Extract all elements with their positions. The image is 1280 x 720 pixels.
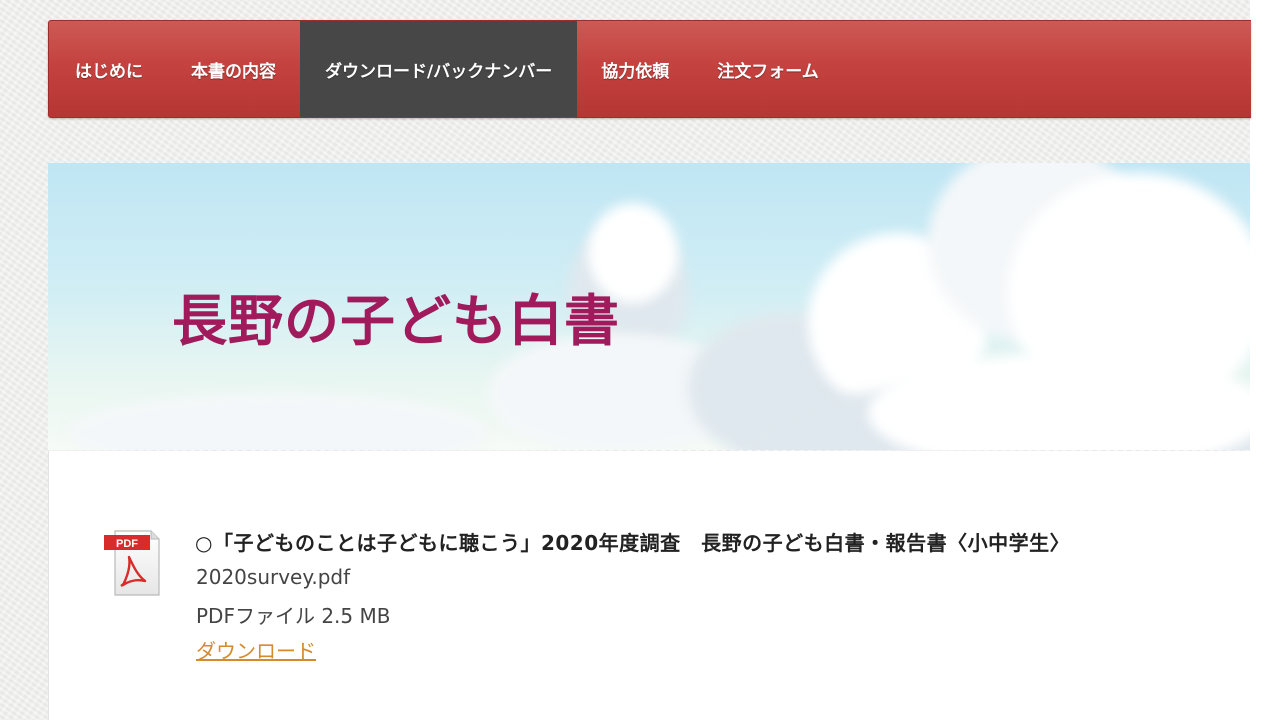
nav-item-introduction[interactable]: はじめに: [49, 21, 167, 117]
site-title: 長野の子ども白書: [172, 289, 621, 353]
download-link[interactable]: ダウンロード: [196, 635, 316, 664]
nav-item-order-form[interactable]: 注文フォーム: [693, 21, 843, 117]
document-filesize: PDFファイル 2.5 MB: [196, 604, 391, 628]
main-navigation: はじめに 本書の内容 ダウンロード/バックナンバー 協力依頼 注文フォーム: [48, 20, 1251, 118]
header-banner: 長野の子ども白書: [48, 163, 1250, 450]
document-filename: 2020survey.pdf: [196, 565, 351, 589]
nav-item-cooperation-request[interactable]: 協力依頼: [577, 21, 693, 117]
svg-text:PDF: PDF: [116, 538, 138, 550]
nav-item-contents[interactable]: 本書の内容: [167, 21, 300, 117]
content-area: PDF ○「子どものことは子どもに聴こう」2020年度調査 長野の子ども白書・報…: [48, 451, 1251, 720]
document-title: ○「子どものことは子どもに聴こう」2020年度調査 長野の子ども白書・報告書〈小…: [195, 531, 1071, 555]
page-edge: [1250, 0, 1280, 720]
nav-item-download-backnumber[interactable]: ダウンロード/バックナンバー: [300, 21, 578, 117]
pdf-file-icon: PDF: [104, 530, 160, 596]
